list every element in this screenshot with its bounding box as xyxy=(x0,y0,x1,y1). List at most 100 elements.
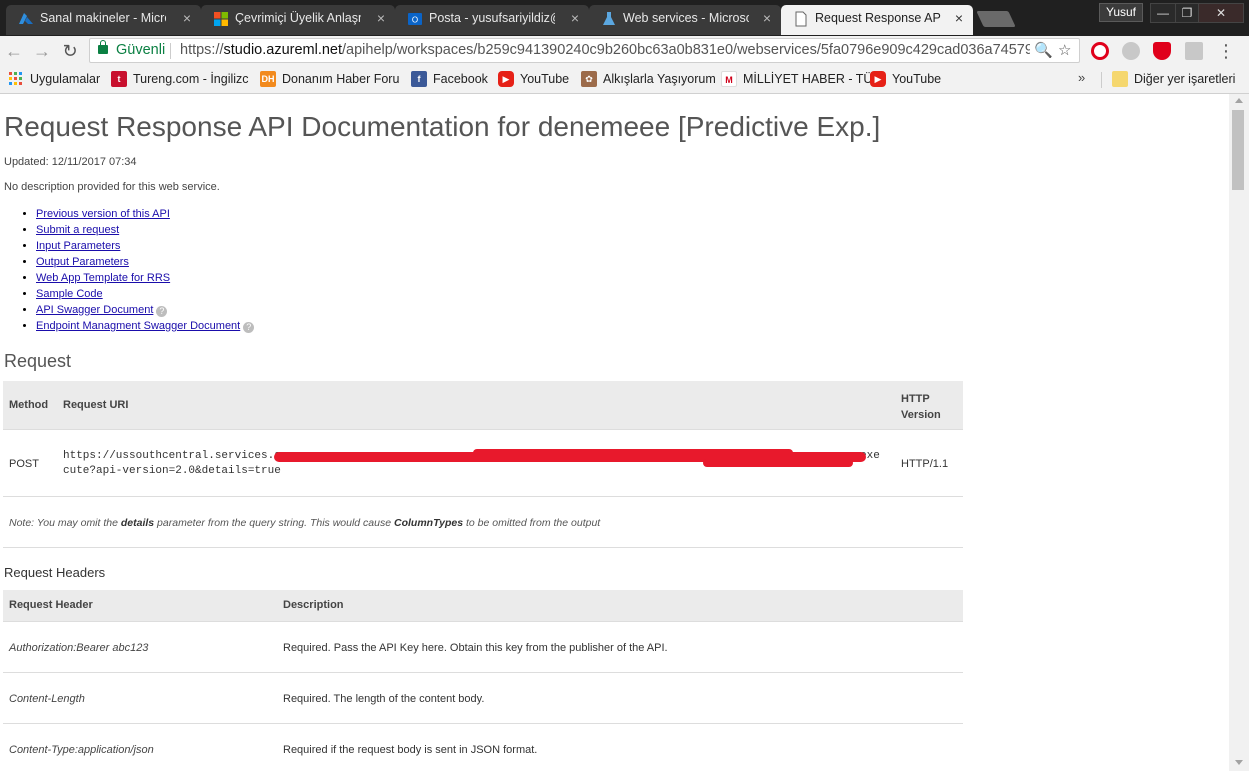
list-item: Sample Code xyxy=(36,286,254,302)
tab-close-icon[interactable]: × xyxy=(183,5,191,31)
bookmark-youtube-2[interactable]: ▶ YouTube xyxy=(870,70,941,88)
bookmark-label: Facebook xyxy=(433,72,488,86)
new-tab-button[interactable] xyxy=(976,11,1016,27)
table-header-row: Request Header Description xyxy=(3,590,963,621)
page-icon xyxy=(795,11,807,27)
bookmark-alkislarla[interactable]: ✿ Alkışlarla Yaşıyorum xyxy=(581,70,716,88)
profile-button[interactable]: Yusuf xyxy=(1099,3,1143,22)
row-divider xyxy=(3,429,963,430)
tab-request-response-api[interactable]: Request Response API Do × xyxy=(781,5,973,35)
close-window-button[interactable]: ✕ xyxy=(1198,3,1244,23)
svg-text:O: O xyxy=(412,16,418,25)
list-item: Submit a request xyxy=(36,222,254,238)
address-bar[interactable]: Güvenli https://studio.azureml.net/apihe… xyxy=(89,38,1080,63)
link-output-parameters[interactable]: Output Parameters xyxy=(36,256,129,268)
shield-extension-icon[interactable] xyxy=(1153,42,1171,60)
service-description: No description provided for this web ser… xyxy=(4,181,220,193)
tab-uyelik-anlasmasi[interactable]: Çevrimiçi Üyelik Anlaşma × xyxy=(201,5,395,35)
table-header-row: Method Request URI HTTP Version xyxy=(3,381,963,429)
row-divider xyxy=(3,621,963,622)
request-method: POST xyxy=(9,458,39,470)
alkislarla-icon: ✿ xyxy=(581,71,597,87)
tab-posta[interactable]: O Posta - yusufsariyildiz@ × xyxy=(395,5,589,35)
dh-icon: DH xyxy=(260,71,276,87)
list-item: Input Parameters xyxy=(36,238,254,254)
bookmark-tureng[interactable]: t Tureng.com - İngilizc xyxy=(111,70,265,88)
link-previous-version[interactable]: Previous version of this API xyxy=(36,208,170,220)
opera-extension-icon[interactable] xyxy=(1091,42,1109,60)
star-icon[interactable]: ☆ xyxy=(1058,39,1071,62)
scroll-thumb[interactable] xyxy=(1232,110,1244,190)
bookmark-label: YouTube xyxy=(892,72,942,86)
column-header-http-version: HTTP Version xyxy=(901,393,941,421)
search-icon[interactable]: 🔍 xyxy=(1034,39,1053,62)
tab-web-services[interactable]: Web services - Microsoft × xyxy=(589,5,781,35)
link-input-parameters[interactable]: Input Parameters xyxy=(36,240,120,252)
scroll-up-arrow-icon[interactable] xyxy=(1235,98,1243,103)
help-icon[interactable]: ? xyxy=(243,322,255,333)
tab-close-icon[interactable]: × xyxy=(377,5,385,31)
bookmark-facebook[interactable]: f Facebook xyxy=(411,70,488,88)
azure-icon xyxy=(19,13,33,24)
help-icon[interactable]: ? xyxy=(156,306,168,317)
header-name: Content-Length xyxy=(9,693,85,705)
request-table: Method Request URI HTTP Version POST htt… xyxy=(3,381,963,497)
restore-button[interactable]: ❐ xyxy=(1175,3,1199,23)
note-text: parameter from the query string. This wo… xyxy=(154,517,394,529)
row-divider xyxy=(3,723,963,724)
row-divider xyxy=(3,672,963,673)
menu-icon[interactable]: ⋮ xyxy=(1214,39,1238,63)
bookmark-other-folder[interactable]: Diğer yer işaretleri xyxy=(1112,70,1235,88)
secure-label: Güvenli xyxy=(116,42,166,58)
tab-label: Sanal makineler - Micros xyxy=(40,11,166,25)
microsoft-logo-icon xyxy=(214,12,228,26)
header-name: Content-Type:application/json xyxy=(9,744,154,756)
minimize-button[interactable]: — xyxy=(1150,3,1176,23)
milliyet-icon: M xyxy=(721,71,737,87)
column-header-uri: Request URI xyxy=(63,399,129,411)
globe-extension-icon[interactable] xyxy=(1122,42,1140,60)
link-web-app-template[interactable]: Web App Template for RRS xyxy=(36,272,170,284)
bookmarks-overflow-chevron[interactable]: » xyxy=(1078,70,1085,85)
tab-close-icon[interactable]: × xyxy=(763,5,771,31)
tab-sanal-makineler[interactable]: Sanal makineler - Micros × xyxy=(6,5,201,35)
bookmark-label: YouTube xyxy=(520,72,570,86)
pdf-extension-icon[interactable] xyxy=(1185,42,1203,60)
header-description: Required if the request body is sent in … xyxy=(283,744,538,756)
back-button[interactable]: ← xyxy=(2,39,26,63)
bookmark-donanim-haber[interactable]: DH Donanım Haber Foru xyxy=(260,70,420,88)
link-endpoint-swagger[interactable]: Endpoint Managment Swagger Document xyxy=(36,320,240,332)
doc-links-list: Previous version of this API Submit a re… xyxy=(16,206,255,334)
url-host: studio.azureml.net xyxy=(223,42,343,58)
scroll-down-arrow-icon[interactable] xyxy=(1235,760,1243,765)
request-uri-line1: https://ussouthcentral.services.azu xyxy=(63,450,295,462)
bookmark-label: Alkışlarla Yaşıyorum xyxy=(603,72,716,86)
link-sample-code[interactable]: Sample Code xyxy=(36,288,103,300)
request-headers-heading: Request Headers xyxy=(4,565,106,580)
tab-close-icon[interactable]: × xyxy=(571,5,579,31)
bookmark-label: Uygulamalar xyxy=(30,72,101,86)
header-name: Authorization:Bearer abc123 xyxy=(9,642,149,654)
note-param: details xyxy=(120,517,155,529)
tab-label: Request Response API Do xyxy=(815,11,941,25)
redaction-mark xyxy=(473,449,793,457)
bookmarks-bar: Uygulamalar t Tureng.com - İngilizc DH D… xyxy=(0,66,1249,94)
bookmark-youtube[interactable]: ▶ YouTube xyxy=(498,70,569,88)
page-content: Request Response API Documentation for d… xyxy=(0,94,1229,771)
flask-icon xyxy=(603,12,615,25)
link-submit-request[interactable]: Submit a request xyxy=(36,224,119,236)
page-scrollbar[interactable] xyxy=(1229,94,1249,771)
youtube-icon: ▶ xyxy=(498,71,514,87)
address-separator xyxy=(170,43,171,59)
url-path: /apihelp/workspaces/b259c941390240c9b260… xyxy=(342,42,1030,58)
reload-button[interactable]: ↻ xyxy=(58,39,82,63)
bookmarks-separator xyxy=(1101,72,1102,88)
link-api-swagger[interactable]: API Swagger Document xyxy=(36,304,153,316)
tab-close-icon[interactable]: × xyxy=(955,5,963,31)
bookmark-apps[interactable]: Uygulamalar xyxy=(8,70,100,88)
column-header-request-header: Request Header xyxy=(9,599,93,611)
bookmark-milliyet[interactable]: M MİLLİYET HABER - TÜ xyxy=(721,70,878,88)
forward-button[interactable]: → xyxy=(30,39,54,63)
tab-label: Çevrimiçi Üyelik Anlaşma xyxy=(235,11,361,25)
list-item: Web App Template for RRS xyxy=(36,270,254,286)
